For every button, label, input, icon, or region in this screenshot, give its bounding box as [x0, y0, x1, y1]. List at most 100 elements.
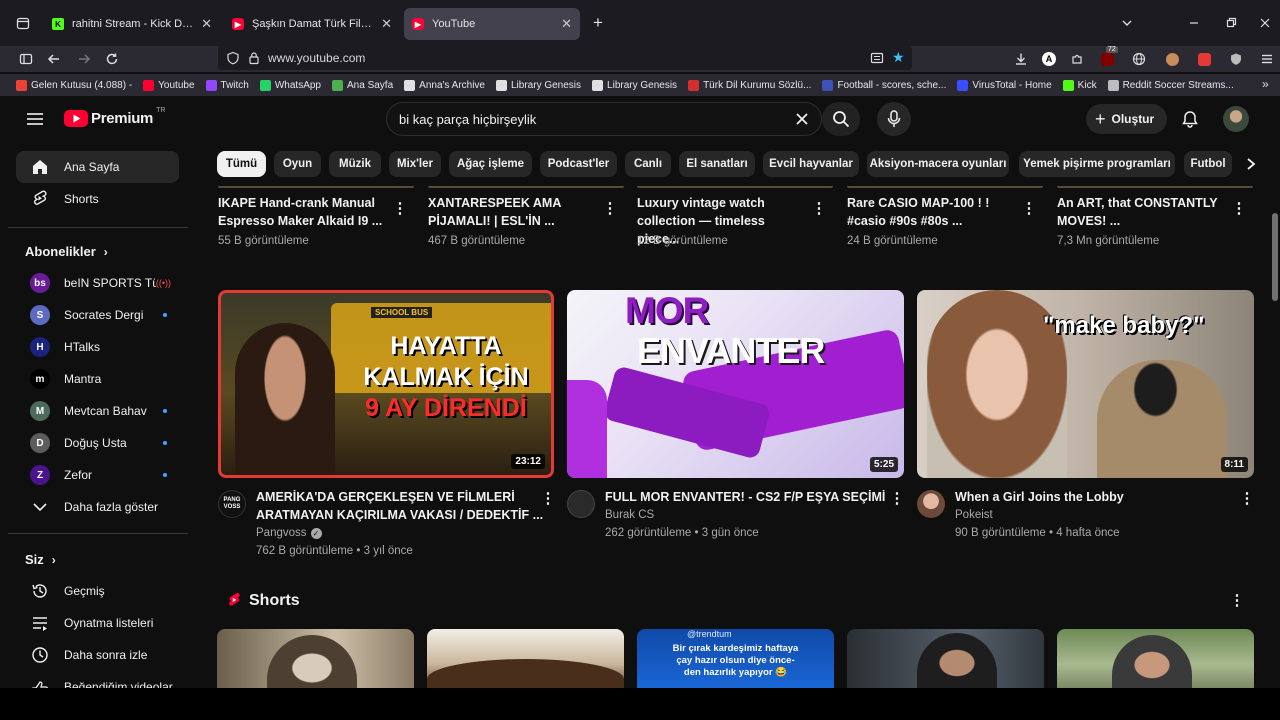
bookmark-item[interactable]: Library Genesis — [592, 79, 677, 91]
video-title[interactable]: When a Girl Joins the Lobby — [955, 488, 1240, 506]
video-title[interactable]: Rare CASIO MAP-100 ! ! #casio #90s #80s .… — [847, 194, 1012, 230]
more-options-icon[interactable]: ⋮ — [603, 198, 618, 218]
shield-icon[interactable] — [226, 51, 240, 68]
account-icon[interactable]: A — [1040, 50, 1058, 68]
browser-tab-film[interactable]: ▶ Şaşkın Damat Türk Filmi | FULL ✕ — [224, 8, 400, 40]
subscription-item[interactable]: m Mantra — [16, 363, 179, 395]
short-thumbnail[interactable] — [427, 629, 624, 688]
download-icon[interactable] — [1012, 50, 1030, 68]
close-icon[interactable]: ✕ — [561, 16, 572, 32]
reader-view-icon[interactable] — [870, 51, 884, 68]
video-thumbnail[interactable] — [428, 186, 624, 188]
video-thumbnail[interactable] — [218, 186, 414, 188]
short-thumbnail[interactable] — [847, 629, 1044, 688]
video-title[interactable]: An ART, that CONSTANTLY MOVES! ... — [1057, 194, 1222, 230]
scrollbar-thumb[interactable] — [1272, 213, 1278, 301]
video-thumbnail[interactable]: "make baby?" 8:11 — [917, 290, 1254, 478]
bookmark-item[interactable]: Youtube — [143, 79, 195, 91]
video-thumbnail[interactable] — [1057, 186, 1253, 188]
menu-icon[interactable] — [1258, 50, 1276, 68]
subscription-item[interactable]: H HTalks — [16, 331, 179, 363]
minimize-icon[interactable] — [1185, 14, 1203, 32]
clear-search-icon[interactable] — [792, 109, 812, 129]
filter-chip[interactable]: Müzik — [329, 151, 381, 177]
bookmark-star-icon[interactable]: ★ — [892, 49, 905, 66]
restore-icon[interactable] — [1222, 14, 1240, 32]
bookmark-item[interactable]: Reddit Soccer Streams... — [1107, 79, 1234, 91]
more-options-icon[interactable]: ⋮ — [890, 488, 905, 508]
video-title[interactable]: XANTARESPEEK AMA PİJAMALI! | ESL'İN ... — [428, 194, 593, 230]
sidebar-item-watch-later[interactable]: Daha sonra izle — [16, 639, 179, 671]
lock-icon[interactable] — [248, 51, 260, 68]
channel-name[interactable]: Pokeist — [955, 509, 993, 521]
subscriptions-heading[interactable]: Abonelikler › — [25, 244, 108, 259]
video-thumbnail[interactable] — [847, 186, 1043, 188]
video-thumbnail[interactable]: MOR ENVANTER 5:25 — [567, 290, 904, 478]
more-options-icon[interactable]: ⋮ — [812, 198, 827, 218]
forward-icon[interactable] — [75, 50, 93, 68]
bookmark-item[interactable]: Türk Dil Kurumu Sözlü... — [688, 79, 811, 91]
close-icon[interactable]: ✕ — [381, 16, 392, 32]
video-title[interactable]: IKAPE Hand-crank Manual Espresso Maker Al… — [218, 194, 383, 230]
subscription-item[interactable]: Z Zefor — [16, 459, 179, 491]
channel-avatar[interactable] — [917, 490, 945, 518]
filter-chip[interactable]: Oyun — [274, 151, 321, 177]
browser-tab-youtube[interactable]: ▶ YouTube ✕ — [404, 8, 580, 40]
sidebar-item-history[interactable]: Geçmiş — [16, 575, 179, 607]
globe-icon[interactable] — [1130, 50, 1148, 68]
subscription-item[interactable]: D Doğuş Usta — [16, 427, 179, 459]
cookie-icon[interactable] — [1163, 50, 1181, 68]
extensions-icon[interactable] — [1068, 50, 1086, 68]
user-avatar[interactable] — [1223, 106, 1249, 132]
more-options-icon[interactable]: ⋮ — [1022, 198, 1037, 218]
close-icon[interactable]: ✕ — [201, 16, 212, 32]
chevron-right-icon[interactable] — [1240, 153, 1262, 175]
filter-chip[interactable]: Canlı — [625, 151, 671, 177]
ublock-icon[interactable]: 72 — [1098, 46, 1118, 68]
bookmark-item[interactable]: Gelen Kutusu (4.088) - — [16, 79, 132, 91]
address-bar[interactable]: www.youtube.com ★ — [218, 46, 912, 70]
more-options-icon[interactable]: ⋮ — [1240, 488, 1255, 508]
short-thumbnail[interactable]: @trendtum Bir çırak kardeşimiz haftaya ç… — [637, 629, 834, 688]
tab-list-icon[interactable] — [14, 14, 32, 32]
video-thumbnail[interactable]: SCHOOL BUS HAYATTA KALMAK İÇİN 9 AY DİRE… — [218, 290, 554, 478]
you-heading[interactable]: Siz › — [25, 552, 56, 567]
filter-chip[interactable]: Yemek pişirme programları — [1019, 151, 1175, 177]
video-thumbnail[interactable] — [637, 186, 833, 188]
search-button[interactable] — [822, 102, 860, 136]
more-options-icon[interactable]: ⋮ — [1230, 590, 1245, 610]
filter-chip[interactable]: Ağaç işleme — [449, 151, 532, 177]
filter-chip[interactable]: Podcast'ler — [540, 151, 617, 177]
subscription-item[interactable]: M Mevtcan Bahav — [16, 395, 179, 427]
notifications-bell-icon[interactable] — [1180, 109, 1200, 129]
channel-avatar[interactable] — [567, 490, 595, 518]
new-tab-button[interactable]: + — [589, 13, 607, 32]
youtube-logo[interactable]: Premium TR — [64, 107, 165, 127]
bookmarks-overflow-icon[interactable]: » — [1262, 77, 1269, 91]
back-icon[interactable] — [45, 50, 63, 68]
sidebar-item-playlists[interactable]: Oynatma listeleri — [16, 607, 179, 639]
bookmark-item[interactable]: Anna's Archive — [404, 79, 485, 91]
search-input[interactable]: bi kaç parça hiçbirşeylik — [386, 102, 822, 136]
filter-chip[interactable]: Tümü — [217, 151, 266, 177]
filter-chip[interactable]: El sanatları — [679, 151, 755, 177]
channel-name[interactable]: Pangvoss ✓ — [256, 527, 322, 539]
video-title[interactable]: AMERİKA'DA GERÇEKLEŞEN VE FİLMLERİ ARATM… — [256, 488, 546, 524]
filter-chip[interactable]: Aksiyon-macera oyunları — [867, 151, 1009, 177]
chevron-down-icon[interactable] — [1118, 14, 1136, 32]
close-window-icon[interactable] — [1256, 14, 1274, 32]
channel-avatar[interactable]: PANG VOSS — [218, 490, 246, 518]
short-thumbnail[interactable] — [217, 629, 414, 688]
voice-search-button[interactable] — [877, 102, 911, 136]
sidebar-toggle-icon[interactable] — [17, 50, 35, 68]
bookmark-item[interactable]: Library Genesis — [496, 79, 581, 91]
more-options-icon[interactable]: ⋮ — [1232, 198, 1247, 218]
subscription-item[interactable]: S Socrates Dergi — [16, 299, 179, 331]
sidebar-item-home[interactable]: Ana Sayfa — [16, 151, 179, 183]
filter-chip[interactable]: Futbol — [1184, 151, 1232, 177]
filter-chip[interactable]: Evcil hayvanlar — [763, 151, 859, 177]
short-thumbnail[interactable] — [1057, 629, 1254, 688]
bookmark-item[interactable]: Football - scores, sche... — [822, 79, 946, 91]
bookmark-item[interactable]: Ana Sayfa — [332, 79, 393, 91]
sidebar-item-shorts[interactable]: Shorts — [16, 183, 179, 215]
